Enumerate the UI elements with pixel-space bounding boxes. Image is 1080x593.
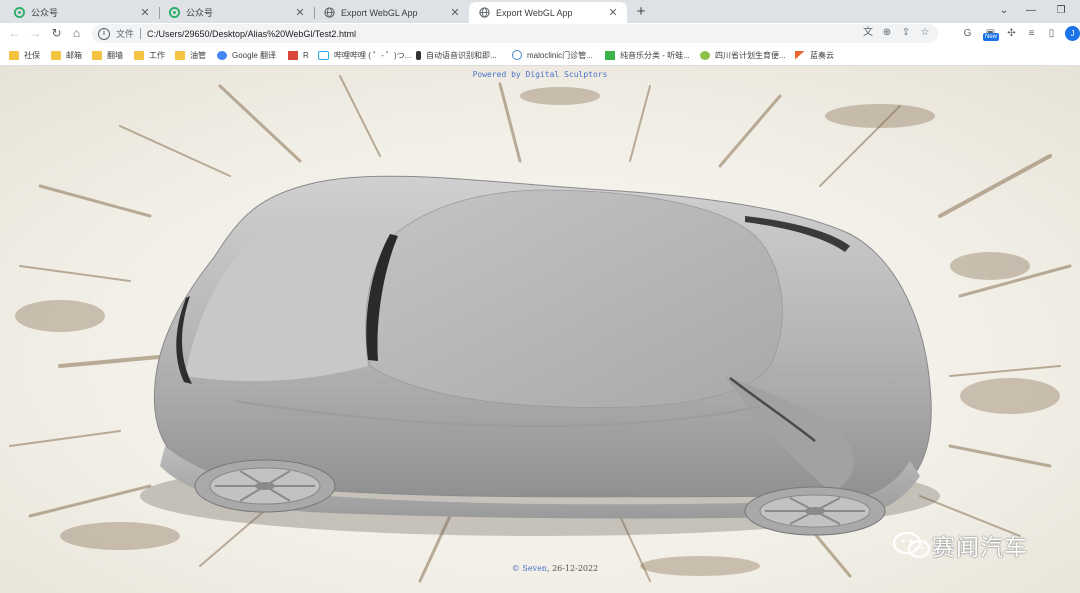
bookmark-label: Google 翻译 — [232, 50, 277, 60]
powered-by-text: Powered by Digital Sculptors — [472, 70, 608, 79]
bookmark-shebao[interactable]: 社保 — [9, 48, 40, 62]
profile-avatar[interactable]: J — [1065, 26, 1080, 41]
extensions-puzzle-icon[interactable]: ✣ — [1004, 26, 1019, 41]
tab-title: 公众号 — [31, 8, 59, 18]
google-translate-icon — [217, 50, 227, 60]
bookmark-music[interactable]: 纯音乐分类 - 听蛙... — [605, 48, 690, 62]
car-model[interactable] — [153, 175, 932, 536]
front-wheel — [194, 459, 336, 513]
wechat-mp-icon — [169, 7, 180, 18]
watermark: 赛闻汽车 — [892, 528, 1028, 562]
bookmark-star-icon[interactable]: ☆ — [918, 26, 932, 40]
bookmark-label: 蓝奏云 — [810, 50, 834, 60]
wechat-icon — [892, 531, 931, 559]
tab-export-webgl-1[interactable]: Export WebGL App ✕ — [314, 2, 469, 23]
bookmark-label: 纯音乐分类 - 听蛙... — [620, 50, 690, 60]
microphone-icon — [416, 50, 421, 60]
url-text[interactable]: C:/Users/29650/Desktop/Alias%20WebGl/Tes… — [147, 29, 356, 39]
bookmark-youguan[interactable]: 油管 — [175, 48, 206, 62]
side-sill-trim — [520, 492, 635, 497]
bookmark-r[interactable]: R — [288, 48, 309, 62]
omnibox-actions: 文 ⊕ ⇪ ☆ — [861, 26, 932, 40]
webgl-viewport[interactable]: Powered by Digital Sculptors © Seven, 26… — [0, 66, 1080, 593]
forward-button[interactable]: → — [27, 25, 44, 42]
globe-icon — [479, 7, 490, 18]
bookmark-youxiang[interactable]: 邮箱 — [51, 48, 82, 62]
translate-icon[interactable]: 文 — [861, 26, 875, 40]
footer-date: 26-12-2022 — [552, 564, 599, 573]
minimize-button[interactable]: — — [1022, 3, 1040, 19]
folder-icon — [134, 50, 144, 60]
folder-icon — [9, 50, 19, 60]
bookmark-sichuan[interactable]: 四川省计划生育便... — [700, 48, 786, 62]
rear-wheel — [744, 486, 886, 536]
bookmark-gongzuo[interactable]: 工作 — [134, 48, 165, 62]
site-info-icon[interactable]: i — [98, 27, 110, 40]
restore-button[interactable]: ❐ — [1052, 3, 1070, 19]
reload-button[interactable]: ↻ — [48, 25, 65, 42]
home-button[interactable]: ⌂ — [68, 25, 85, 42]
music-icon — [605, 50, 615, 60]
new-badge: New — [983, 33, 1000, 41]
car-render-canvas[interactable] — [0, 66, 1080, 593]
bookmarks-bar: 社保 邮箱 翻墙 工作 油管 Google 翻译 R 哔哩哔哩 ( ゜- ゜)つ… — [0, 44, 1080, 66]
tab-export-webgl-active[interactable]: Export WebGL App ✕ — [469, 2, 627, 23]
translate-extension-icon[interactable]: G — [960, 26, 975, 41]
bookmark-label: 翻墙 — [107, 50, 123, 60]
side-panel-icon[interactable]: ▯ — [1044, 26, 1059, 41]
folder-icon — [92, 50, 102, 60]
sichuan-icon — [700, 50, 710, 60]
bookmark-label: 自动语音识别和即... — [426, 50, 497, 60]
bookmark-speech[interactable]: 自动语音识别和即... — [416, 48, 497, 62]
wechat-mp-icon — [14, 7, 25, 18]
address-bar[interactable]: i 文件 C:/Users/29650/Desktop/Alias%20WebG… — [92, 24, 938, 43]
back-button[interactable]: ← — [6, 25, 23, 42]
folder-icon — [51, 50, 61, 60]
zoom-icon[interactable]: ⊕ — [880, 26, 894, 40]
tab-wechat-1[interactable]: 公众号 ✕ — [4, 2, 160, 23]
bookmark-label: maloclinic门诊管... — [527, 50, 593, 60]
bookmark-label: 四川省计划生育便... — [715, 50, 786, 60]
bookmark-maloclinic[interactable]: maloclinic门诊管... — [512, 48, 593, 62]
copyright-footer: © Seven, 26-12-2022 — [511, 564, 599, 573]
close-tab-icon[interactable]: ✕ — [607, 7, 619, 19]
reading-list-icon[interactable]: ≡ — [1024, 26, 1039, 41]
new-tab-button[interactable]: + — [632, 3, 650, 21]
lanzou-icon — [795, 50, 805, 60]
bookmark-label: 油管 — [190, 50, 206, 60]
close-tab-icon[interactable]: ✕ — [139, 7, 151, 19]
browser-toolbar: ← → ↻ ⌂ i 文件 C:/Users/29650/Desktop/Alia… — [0, 23, 1080, 44]
bookmark-label: 哔哩哔哩 ( ゜- ゜)つ... — [334, 50, 412, 60]
bookmark-bilibili[interactable]: 哔哩哔哩 ( ゜- ゜)つ... — [318, 48, 411, 62]
scheme-label: 文件 — [116, 29, 135, 39]
share-icon[interactable]: ⇪ — [899, 26, 913, 40]
bookmark-label: 邮箱 — [66, 50, 82, 60]
tab-strip: 公众号 ✕ 公众号 ✕ Export WebGL App ✕ Export We… — [0, 0, 1080, 23]
bookmark-label: 社保 — [24, 50, 40, 60]
globe-icon — [324, 7, 335, 18]
close-tab-icon[interactable]: ✕ — [294, 7, 306, 19]
watermark-text: 赛闻汽车 — [932, 535, 1028, 561]
bookmark-label: R — [303, 50, 309, 60]
tab-title: Export WebGL App — [341, 7, 418, 18]
tab-search-icon[interactable]: ⌄ — [995, 3, 1013, 19]
bookmark-label: 工作 — [149, 50, 165, 60]
bookmark-google-translate[interactable]: Google 翻译 — [217, 48, 276, 62]
clinic-icon — [512, 50, 522, 60]
tab-wechat-2[interactable]: 公众号 ✕ — [159, 2, 315, 23]
bookmark-fanqiang[interactable]: 翻墙 — [92, 48, 123, 62]
bilibili-icon — [318, 50, 329, 60]
author-link[interactable]: © Seven — [512, 564, 547, 573]
tab-title: 公众号 — [186, 8, 214, 18]
bookmark-lanzou[interactable]: 蓝奏云 — [795, 48, 834, 62]
omnibox-divider — [140, 28, 142, 39]
folder-icon — [175, 50, 185, 60]
car-roof — [365, 189, 783, 408]
r-site-icon — [288, 50, 298, 60]
close-tab-icon[interactable]: ✕ — [449, 7, 461, 19]
tab-title: Export WebGL App — [496, 7, 573, 18]
